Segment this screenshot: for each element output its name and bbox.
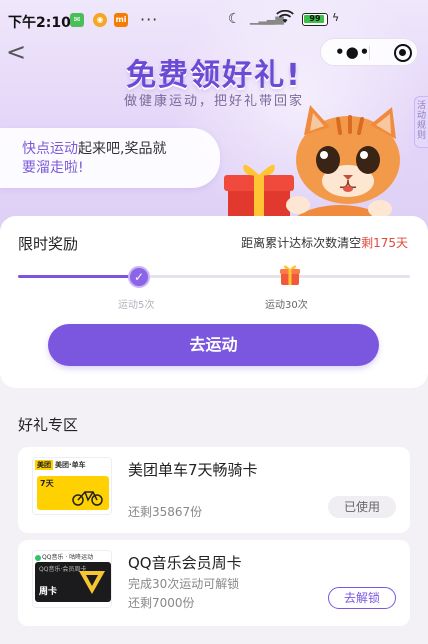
meituan-logo: 美团 美团·单车 — [35, 460, 86, 470]
gift-remaining: 还剩35867份 — [128, 505, 203, 519]
milestone-label-2: 运动30次 — [265, 300, 308, 311]
qqmusic-card-week: 周卡 — [39, 587, 58, 597]
meituan-card-days: 7天 — [40, 479, 54, 488]
battery-icon: 99 — [302, 13, 328, 26]
qqmusic-logo: QQ音乐 · 咕咚运动 — [35, 552, 93, 561]
gift-name: QQ音乐会员周卡 — [128, 554, 242, 572]
qqmusic-logo-dot — [35, 554, 41, 561]
status-more-icon: ··· — [140, 10, 159, 29]
status-bar: 下午2:10 ✉ ◉ mi ··· ☾ ▁▂▃▅ 99 ϟ — [0, 0, 428, 40]
meituan-logo-mark: 美团 — [35, 460, 53, 470]
qqmusic-card-image: QQ音乐 · 咕咚运动 QQ音乐·会员周卡 周卡 — [32, 550, 112, 608]
progress-track — [18, 275, 410, 278]
wifi-icon — [276, 9, 294, 28]
gift-name: 美团单车7天畅骑卡 — [128, 461, 258, 479]
gift-unlock-condition: 完成30次运动可解锁 — [128, 577, 240, 591]
gift-section-title: 好礼专区 — [18, 416, 79, 434]
gift-item-meituan: 美团 美团·单车 7天 美团单车7天畅骑卡 还剩35867份 已使用 — [18, 447, 410, 533]
wechat-icon: ✉ — [70, 13, 84, 27]
gift-box-icon — [280, 265, 300, 285]
reward-days-left: 剩175天 — [361, 236, 408, 250]
qqmusic-card-face: QQ音乐·会员周卡 周卡 — [35, 562, 111, 602]
check-icon: ✓ — [128, 266, 150, 288]
mi-icon: mi — [114, 13, 128, 27]
page-title: 免费领好礼! — [126, 58, 302, 93]
battery-level: 99 — [309, 14, 321, 23]
unlock-button[interactable]: 去解锁 — [328, 587, 396, 609]
vip-v-icon — [79, 571, 105, 594]
speech-line2: 要溜走啦! — [22, 160, 84, 176]
reward-title: 限时奖励 — [18, 235, 79, 253]
progress-fill — [18, 275, 136, 278]
meituan-card-image: 美团 美团·单车 7天 — [32, 457, 112, 515]
bicycle-icon — [72, 491, 103, 506]
weibo-icon: ◉ — [93, 13, 107, 27]
charging-icon: ϟ — [332, 11, 340, 24]
reward-note-text: 距离累计达标次数清空 — [241, 236, 362, 250]
speech-bubble: 快点运动起来吧,奖品就 要溜走啦! — [0, 128, 220, 188]
speech-line1: 起来吧,奖品就 — [78, 141, 167, 157]
used-button[interactable]: 已使用 — [328, 496, 396, 518]
go-exercise-button[interactable]: 去运动 — [48, 324, 379, 366]
gift-item-qqmusic: QQ音乐 · 咕咚运动 QQ音乐·会员周卡 周卡 QQ音乐会员周卡 完成30次运… — [18, 540, 410, 626]
speech-highlight: 快点运动 — [22, 141, 78, 157]
meituan-brand-text: 美团·单车 — [55, 461, 86, 469]
moon-icon: ☾ — [228, 11, 241, 27]
limited-reward-card: 限时奖励 距离累计达标次数清空剩175天 ✓ 运动5次 运动30次 去运动 — [0, 216, 428, 388]
milestone-label-1: 运动5次 — [118, 300, 155, 311]
qqmusic-brand-text: QQ音乐 · 咕咚运动 — [42, 554, 94, 561]
reward-countdown: 距离累计达标次数清空剩175天 — [241, 234, 408, 251]
gift-remaining: 还剩7000份 — [128, 596, 195, 610]
meituan-card-face: 7天 — [37, 476, 109, 510]
status-time: 下午2:10 — [8, 15, 71, 31]
